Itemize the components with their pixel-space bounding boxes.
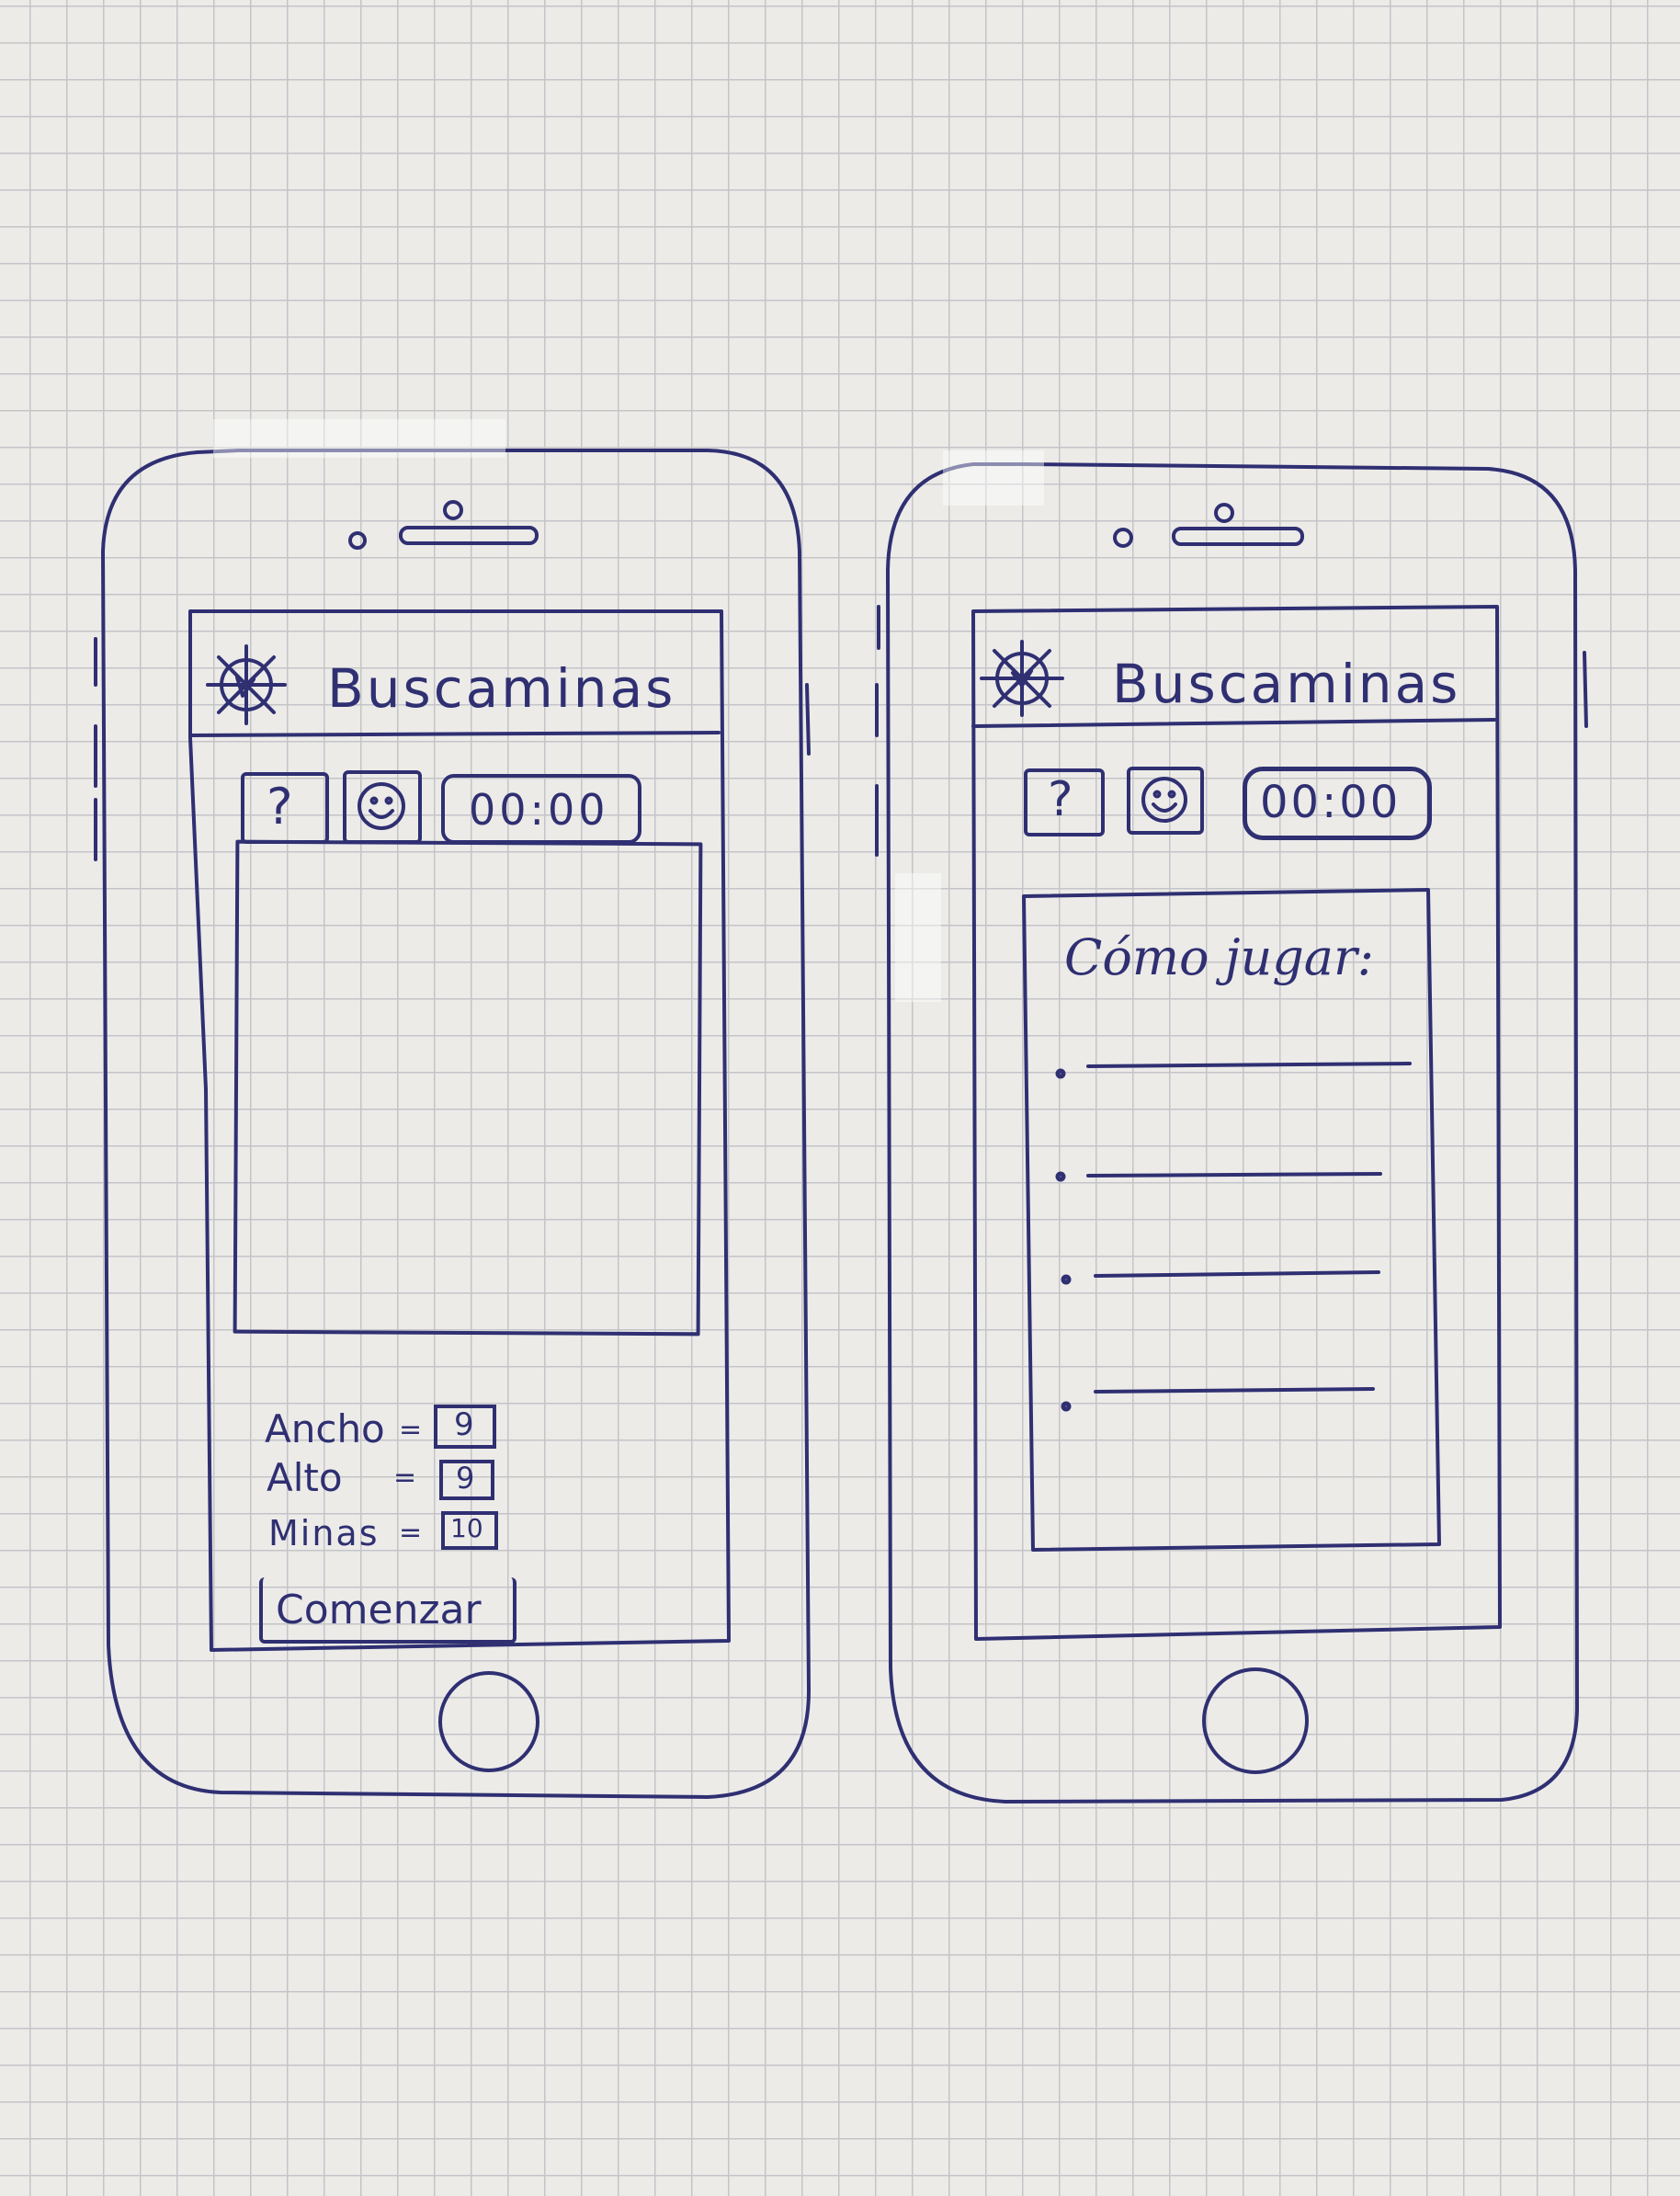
sketch-page: { "screens": [ { "id": "game-setup", "ap… — [0, 0, 1680, 2196]
mines-label: Minas — [268, 1513, 380, 1553]
width-separator: = — [399, 1414, 423, 1446]
timer-value: 00:00 — [469, 785, 609, 835]
masking-tape — [213, 419, 505, 458]
mines-input[interactable]: 10 — [441, 1511, 498, 1550]
instruction-item — [1055, 1171, 1382, 1182]
phone-mockup-game: Buscaminas ? 00:00 Ancho = 9 Alto = 9 Mi… — [0, 0, 840, 2196]
width-value: 9 — [454, 1406, 474, 1443]
timer-value: 00:00 — [1260, 777, 1402, 828]
help-button-label: ? — [267, 778, 293, 836]
help-button-label: ? — [1048, 772, 1073, 827]
width-input[interactable]: 9 — [434, 1405, 496, 1449]
start-button-label: Comenzar — [276, 1587, 482, 1633]
masking-tape — [895, 873, 941, 1002]
smiley-icon — [358, 782, 405, 830]
width-label: Ancho — [265, 1406, 385, 1451]
instruction-item — [1055, 1062, 1412, 1079]
instruction-item — [1061, 1387, 1375, 1412]
phone-mockup-help: Buscaminas ? 00:00 Cómo jugar: — [840, 0, 1680, 2196]
smiley-button[interactable] — [1127, 767, 1204, 835]
timer-display: 00:00 — [441, 774, 641, 844]
minefield-board[interactable] — [240, 847, 696, 1329]
height-label: Alto — [267, 1455, 343, 1500]
mine-icon — [980, 640, 1064, 717]
height-input[interactable]: 9 — [439, 1460, 494, 1500]
height-separator: = — [393, 1462, 417, 1494]
timer-display: 00:00 — [1243, 767, 1432, 840]
smiley-button[interactable] — [343, 770, 422, 844]
app-title: Buscaminas — [1112, 653, 1461, 715]
mines-value: 10 — [450, 1513, 483, 1543]
how-to-play-title: Cómo jugar: — [1064, 928, 1374, 986]
mines-separator: = — [399, 1517, 423, 1549]
mine-icon — [206, 644, 287, 725]
instructions-list — [1055, 1062, 1412, 1412]
smiley-icon — [1141, 777, 1187, 823]
help-button[interactable]: ? — [1024, 768, 1105, 836]
instruction-item — [1061, 1270, 1380, 1285]
start-button[interactable]: Comenzar — [259, 1577, 516, 1644]
help-button[interactable]: ? — [241, 772, 329, 844]
masking-tape — [943, 450, 1044, 506]
height-value: 9 — [456, 1461, 475, 1496]
app-title: Buscaminas — [327, 657, 676, 720]
